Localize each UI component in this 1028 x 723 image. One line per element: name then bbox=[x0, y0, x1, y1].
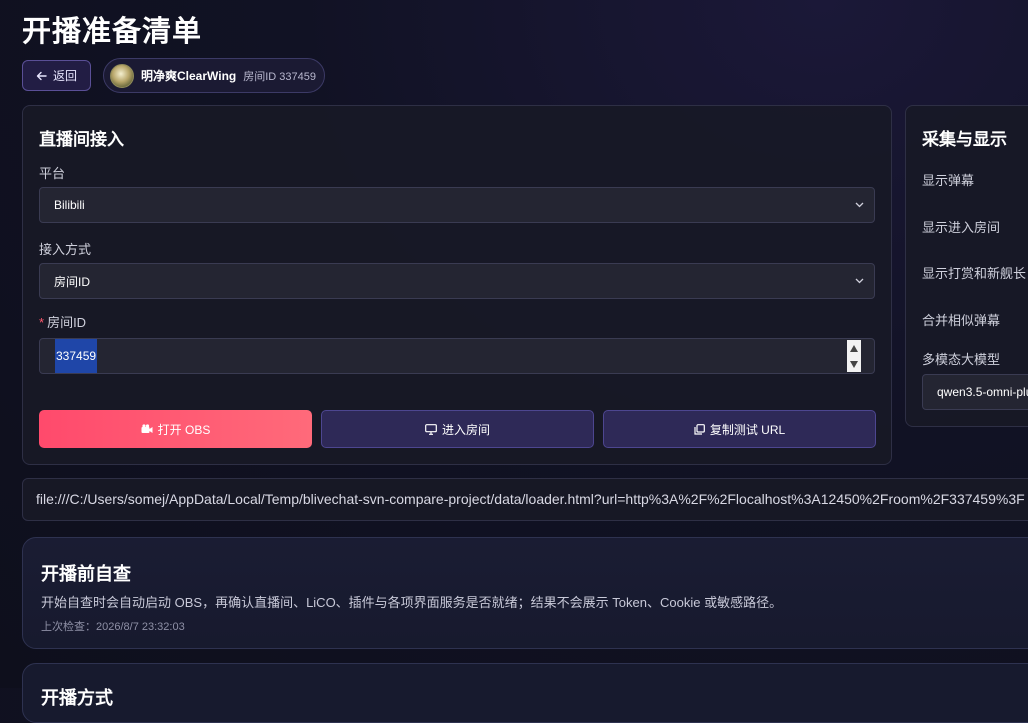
monitor-icon bbox=[425, 423, 437, 435]
stepper-down-icon[interactable] bbox=[850, 360, 858, 368]
pre-stream-check-description: 开始自查时会自动启动 OBS，再确认直播间、LiCO、插件与各项界面服务是否就绪… bbox=[41, 595, 783, 610]
number-stepper[interactable] bbox=[847, 340, 861, 372]
platform-select-value: Bilibili bbox=[54, 198, 85, 212]
live-room-card-title: 直播间接入 bbox=[39, 130, 124, 149]
option-show-danmaku[interactable]: 显示弹幕 bbox=[922, 170, 974, 189]
capture-display-card: 采集与显示 显示弹幕 显示进入房间 显示打赏和新舰长 合并相似弹幕 多模态大模型… bbox=[905, 105, 1028, 427]
test-url-field[interactable]: file:///C:/Users/somej/AppData/Local/Tem… bbox=[22, 478, 1028, 521]
avatar bbox=[110, 63, 134, 88]
arrow-left-icon bbox=[36, 71, 47, 80]
stream-mode-card: 开播方式 bbox=[22, 663, 1028, 723]
option-show-enter-room[interactable]: 显示进入房间 bbox=[922, 217, 1000, 236]
copy-test-url-label: 复制测试 URL bbox=[709, 422, 786, 437]
page-title: 开播准备清单 bbox=[22, 16, 203, 48]
pre-stream-check-title: 开播前自查 bbox=[41, 564, 131, 584]
room-id-tag: 房间ID 337459 bbox=[243, 70, 316, 83]
enter-room-button[interactable]: 进入房间 bbox=[321, 410, 594, 448]
platform-select[interactable]: Bilibili bbox=[39, 187, 875, 223]
option-show-gifts[interactable]: 显示打赏和新舰长 bbox=[922, 263, 1026, 282]
enter-room-label: 进入房间 bbox=[441, 422, 490, 437]
chevron-down-icon bbox=[855, 278, 864, 284]
back-button[interactable]: 返回 bbox=[22, 60, 91, 91]
room-id-label: * 房间ID bbox=[39, 312, 86, 331]
pre-stream-check-card: 开播前自查 开始自查时会自动启动 OBS，再确认直播间、LiCO、插件与各项界面… bbox=[22, 537, 1028, 649]
method-select-value: 房间ID bbox=[54, 274, 91, 289]
copy-icon bbox=[694, 423, 705, 435]
open-obs-label: 打开 OBS bbox=[157, 422, 211, 437]
user-badge: 明净爽ClearWing 房间ID 337459 bbox=[103, 58, 325, 93]
model-select[interactable]: qwen3.5-omni-plus bbox=[922, 374, 1028, 410]
method-select[interactable]: 房间ID bbox=[39, 263, 875, 299]
method-label: 接入方式 bbox=[39, 242, 92, 257]
option-merge-similar[interactable]: 合并相似弹幕 bbox=[922, 310, 1000, 329]
room-id-input-value: 337459 bbox=[55, 339, 98, 373]
last-check-time: 上次检查：2026/8/7 23:32:03 bbox=[41, 621, 185, 633]
live-room-card: 直播间接入 平台 Bilibili 接入方式 房间ID * 房间ID 337459… bbox=[22, 105, 892, 465]
model-select-value: qwen3.5-omni-plus bbox=[937, 385, 1028, 399]
model-label: 多模态大模型 bbox=[922, 352, 1001, 367]
platform-label: 平台 bbox=[39, 166, 66, 181]
open-obs-button[interactable]: 打开 OBS bbox=[39, 410, 312, 448]
copy-test-url-button[interactable]: 复制测试 URL bbox=[603, 410, 876, 448]
room-id-label-text: 房间ID bbox=[47, 315, 87, 330]
capture-display-title: 采集与显示 bbox=[922, 130, 1007, 149]
back-button-label: 返回 bbox=[52, 69, 77, 83]
required-mark: * bbox=[39, 315, 45, 330]
chevron-down-icon bbox=[855, 202, 864, 208]
user-name: 明净爽ClearWing bbox=[141, 69, 237, 83]
room-id-input[interactable]: 337459 bbox=[39, 338, 875, 374]
stepper-up-icon[interactable] bbox=[850, 344, 858, 352]
camera-icon bbox=[141, 424, 153, 433]
